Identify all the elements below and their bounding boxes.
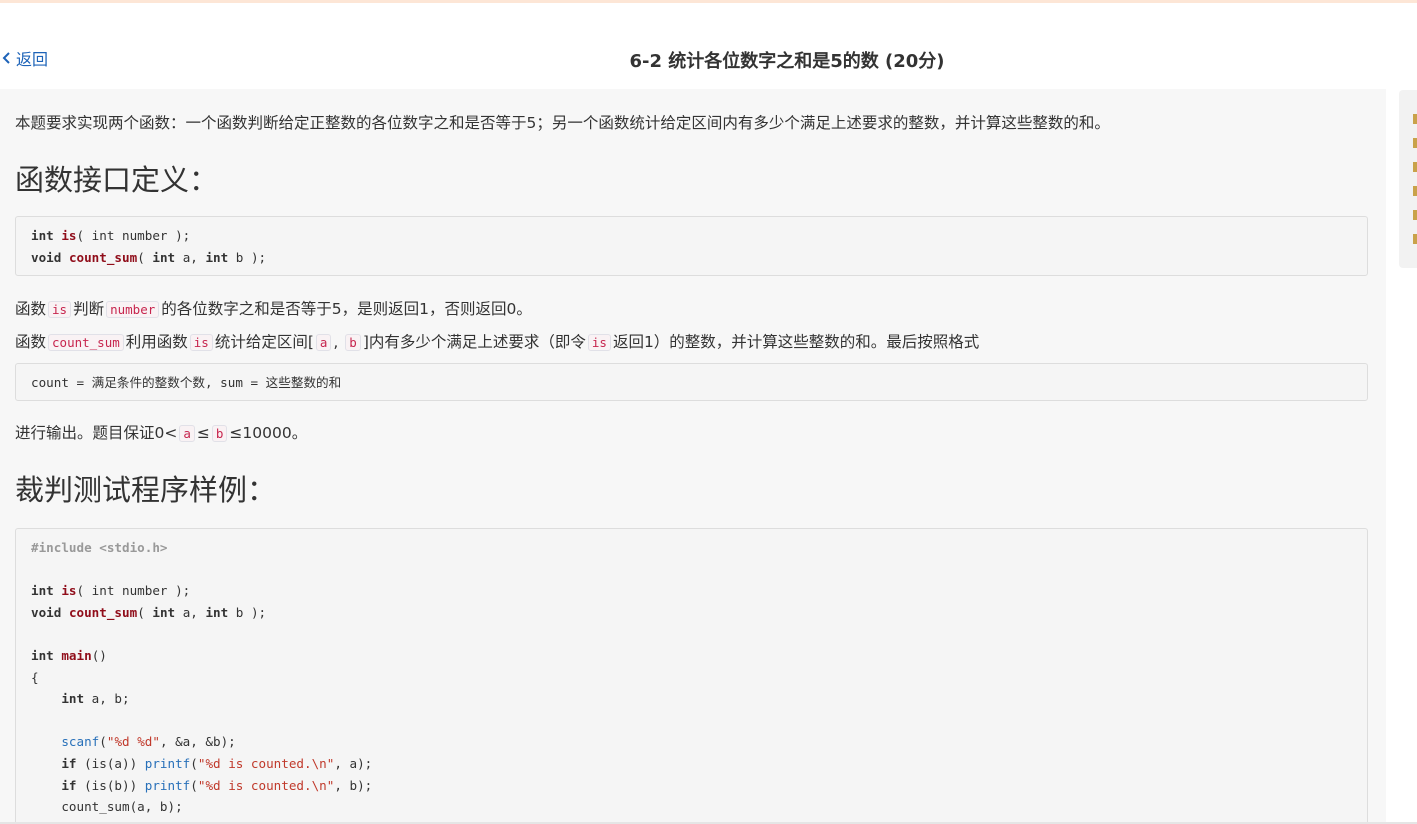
side-panel-marker [1413,210,1417,220]
code-keyword: int [152,604,176,620]
code-text: ( [137,604,153,620]
code-text: b ); [228,604,267,620]
code-keyword: if [61,755,77,771]
test-program-heading: 裁判测试程序样例： [15,473,277,507]
code-keyword: int [31,583,54,599]
code-text: , &a, &b); [159,734,236,750]
code-builtin: scanf [61,734,100,750]
code-keyword: int [205,249,229,265]
desc-text: ≤ [196,424,210,442]
code-text: a, b; [84,691,130,707]
code-string: "%d %d" [106,734,160,750]
code-keyword: int [31,228,54,243]
code-text: (is(a)) [76,755,145,771]
code-keyword: int [31,647,54,663]
desc-text: , [333,333,344,351]
code-keyword: void [31,249,62,265]
code-builtin: printf [144,755,191,771]
code-text: ( [190,755,198,771]
desc-text: 的各位数字之和是否等于5，是则返回1，否则返回0。 [161,300,532,318]
inline-code: a [315,334,332,351]
side-panel-marker [1413,186,1417,196]
desc-text: 判断 [73,300,105,318]
code-text: () [91,647,107,663]
is-function-description: 函数 is 判断 number 的各位数字之和是否等于5，是则返回1，否则返回0。 [15,297,532,322]
code-text: , b); [334,777,373,793]
inline-code: a [179,425,195,442]
code-preprocessor: #include <stdio.h> [31,540,168,555]
code-keyword: int [61,691,85,707]
code-text: ( [137,249,153,265]
code-function-name: is [61,583,77,599]
side-panel-marker [1413,162,1417,172]
interface-heading: 函数接口定义： [15,163,219,197]
code-keyword: int [152,249,176,265]
code-text: (is(b)) [76,777,145,793]
code-function-name: count_sum [68,604,138,620]
desc-text: 利用函数 [125,333,188,351]
code-function-name: is [61,228,77,243]
desc-text: 进行输出。题目保证0< [15,424,178,442]
inline-code: is [48,301,72,318]
code-text: a, [175,249,206,265]
inline-code: count_sum [48,334,124,351]
code-function-name: count_sum [68,249,138,265]
inline-code: b [345,334,361,351]
inline-code: is [189,334,213,351]
code-keyword: int [205,604,229,620]
desc-text: ≤10000。 [229,424,308,442]
page-header: 返回 6-2 统计各位数字之和是5的数 (20分) [0,3,1417,89]
problem-content: 本题要求实现两个函数：一个函数判断给定正整数的各位数字之和是否等于5；另一个函数… [0,89,1386,824]
code-text: , a); [334,755,373,771]
code-keyword: if [61,777,77,793]
code-text: ( [99,734,107,750]
code-text: ( int number ); [76,228,191,243]
page-title: 6-2 统计各位数字之和是5的数 (20分) [629,51,945,72]
interface-code-block: int is( int number ); void count_sum( in… [15,216,1368,276]
code-text: b ); [228,249,267,265]
inline-code: is [587,334,611,351]
code-string: "%d is counted.\n" [197,755,335,771]
code-text: ( int number ); [76,583,191,599]
format-line: count = 满足条件的整数个数, sum = 这些整数的和 [31,375,342,390]
test-program-code-block: #include <stdio.h> int is( int number );… [15,528,1368,824]
code-text: { [31,669,39,685]
count-sum-description: 函数 count_sum 利用函数 is 统计给定区间[a, b]内有多少个满足上述要求… [15,330,979,355]
code-text: count_sum(a, b); [61,799,183,815]
output-format-block: count = 满足条件的整数个数, sum = 这些整数的和 [15,363,1368,401]
code-text: a, [175,604,206,620]
desc-text: 返回1）的整数，并计算这些整数的和。最后按照格式 [612,333,980,351]
constraint-description: 进行输出。题目保证0< a ≤ b ≤10000。 [15,421,307,446]
side-panel[interactable] [1399,90,1417,268]
code-string: "%d is counted.\n" [197,777,335,793]
side-panel-marker [1413,114,1417,124]
desc-text: ]内有多少个满足上述要求（即令 [362,333,586,351]
desc-text: 函数 [15,300,47,318]
inline-code: number [106,301,160,318]
side-panel-marker [1413,138,1417,148]
side-panel-marker [1413,234,1417,244]
problem-intro: 本题要求实现两个函数：一个函数判断给定正整数的各位数字之和是否等于5；另一个函数… [15,114,1110,132]
desc-text: 函数 [15,333,47,351]
code-builtin: printf [144,777,191,793]
desc-text: 统计给定区间[ [214,333,314,351]
code-keyword: void [31,604,62,620]
code-text: ( [190,777,198,793]
code-function-name: main [61,647,92,663]
inline-code: b [211,425,228,442]
